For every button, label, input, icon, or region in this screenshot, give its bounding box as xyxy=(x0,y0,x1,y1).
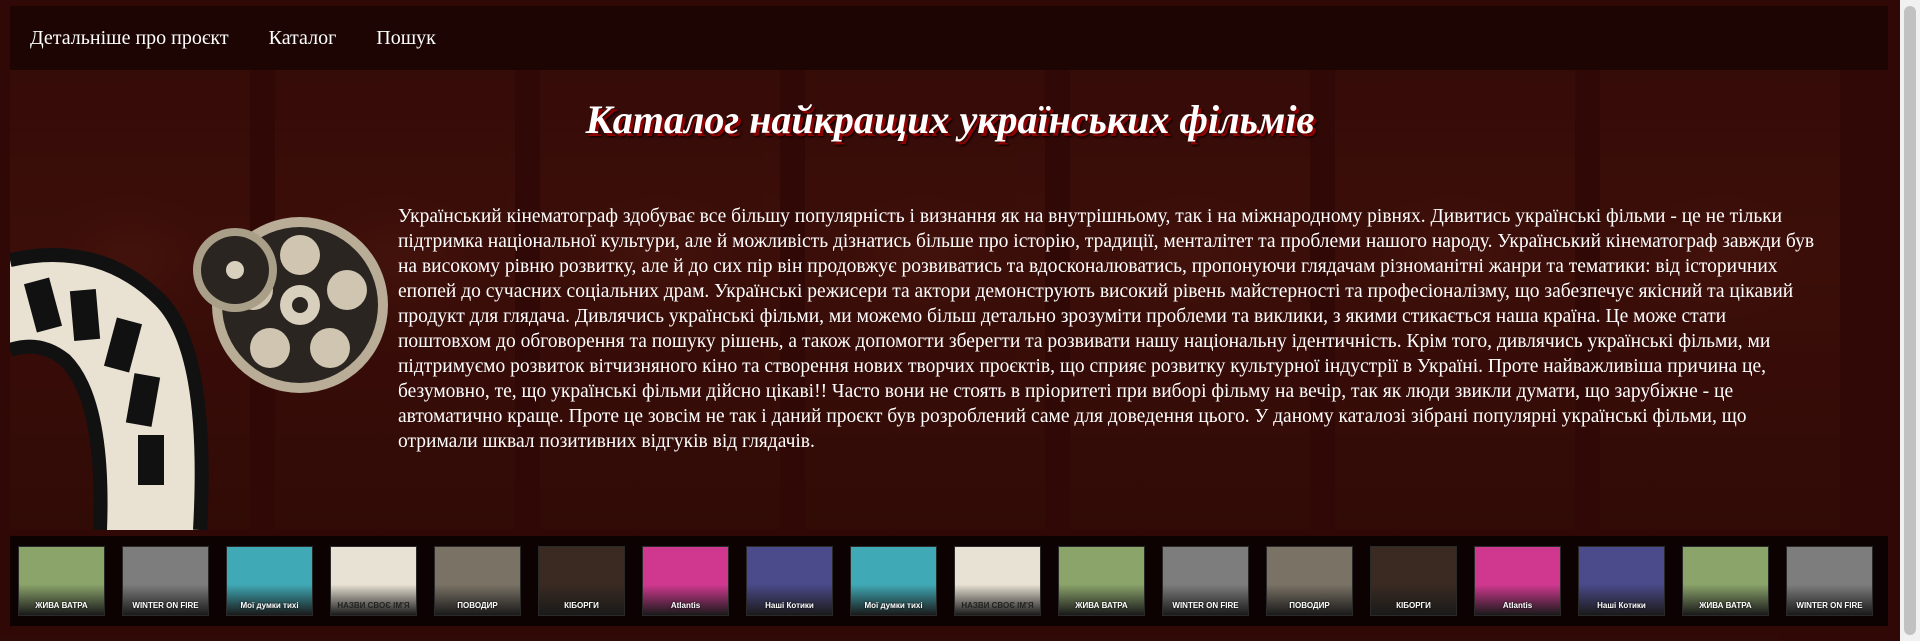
movie-poster-title: WINTER ON FIRE xyxy=(132,601,199,610)
poster-carousel: ЖИВА ВАТРА WINTER ON FIRE Мої думки тихі НА… xyxy=(10,536,1888,626)
movie-poster-title: НАЗВИ СВОЄ ІМ'Я xyxy=(337,601,410,610)
movie-poster[interactable]: Мої думки тихі xyxy=(226,546,313,616)
movie-poster[interactable]: ЖИВА ВАТРА xyxy=(1682,546,1769,616)
movie-poster[interactable]: Наші Котики xyxy=(1578,546,1665,616)
movie-poster-title: КІБОРГИ xyxy=(1396,601,1431,610)
movie-poster-title: ЖИВА ВАТРА xyxy=(35,601,88,610)
page-title: Каталог найкращих українських фільмів xyxy=(585,97,1315,142)
movie-poster-title: ПОВОДИР xyxy=(1289,601,1330,610)
scrollbar-thumb[interactable] xyxy=(1904,6,1916,635)
movie-poster[interactable]: НАЗВИ СВОЄ ІМ'Я xyxy=(330,546,417,616)
movie-poster-title: НАЗВИ СВОЄ ІМ'Я xyxy=(961,601,1034,610)
vertical-scrollbar[interactable] xyxy=(1900,0,1920,641)
movie-poster-title: WINTER ON FIRE xyxy=(1172,601,1239,610)
nav-search[interactable]: Пошук xyxy=(376,27,436,50)
movie-poster-title: Мої думки тихі xyxy=(864,601,923,610)
movie-poster-title: Наші Котики xyxy=(765,601,814,610)
movie-poster-title: Atlantis xyxy=(1502,601,1533,610)
movie-poster-title: Мої думки тихі xyxy=(240,601,299,610)
movie-poster[interactable]: WINTER ON FIRE xyxy=(1162,546,1249,616)
movie-poster[interactable]: WINTER ON FIRE xyxy=(122,546,209,616)
movie-poster-title: Наші Котики xyxy=(1597,601,1646,610)
intro-text: Український кінематограф здобуває все бі… xyxy=(398,206,1815,452)
movie-poster-title: WINTER ON FIRE xyxy=(1796,601,1863,610)
movie-poster[interactable]: Atlantis xyxy=(642,546,729,616)
movie-poster[interactable]: ПОВОДИР xyxy=(434,546,521,616)
movie-poster[interactable]: Мої думки тихі xyxy=(850,546,937,616)
movie-poster-title: Atlantis xyxy=(670,601,701,610)
movie-poster[interactable]: Наші Котики xyxy=(746,546,833,616)
movie-poster[interactable]: КІБОРГИ xyxy=(1370,546,1457,616)
film-reel-icon xyxy=(7,200,390,531)
movie-poster[interactable]: ЖИВА ВАТРА xyxy=(1058,546,1145,616)
nav-catalog[interactable]: Каталог xyxy=(269,27,337,50)
movie-poster[interactable]: ПОВОДИР xyxy=(1266,546,1353,616)
movie-poster-title: ПОВОДИР xyxy=(457,601,498,610)
movie-poster[interactable]: Atlantis xyxy=(1474,546,1561,616)
movie-poster[interactable]: КІБОРГИ xyxy=(538,546,625,616)
movie-poster-title: КІБОРГИ xyxy=(564,601,599,610)
nav-about-project[interactable]: Детальніше про проєкт xyxy=(30,27,229,50)
top-navbar: Детальніше про проєкт Каталог Пошук xyxy=(10,6,1888,70)
movie-poster[interactable]: ЖИВА ВАТРА xyxy=(18,546,105,616)
movie-poster[interactable]: НАЗВИ СВОЄ ІМ'Я xyxy=(954,546,1041,616)
movie-poster[interactable]: WINTER ON FIRE xyxy=(1786,546,1873,616)
movie-poster-title: ЖИВА ВАТРА xyxy=(1075,601,1128,610)
movie-poster-title: ЖИВА ВАТРА xyxy=(1699,601,1752,610)
